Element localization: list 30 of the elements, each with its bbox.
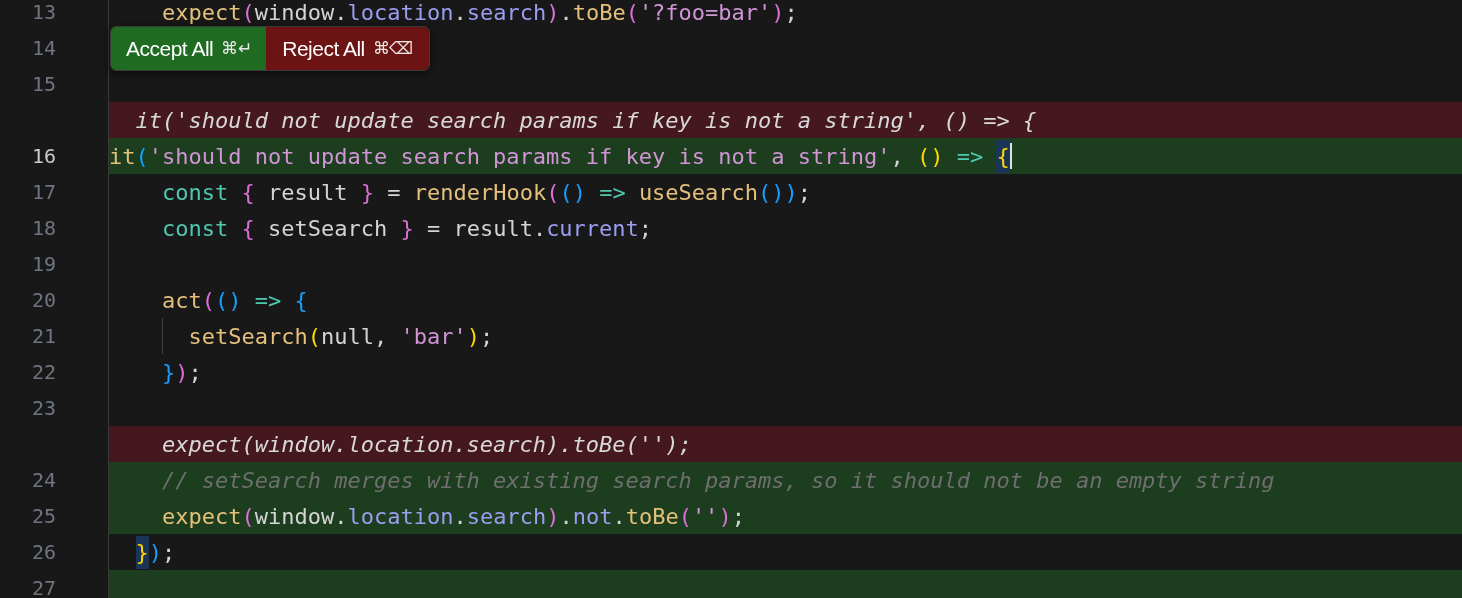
line-number: 25 [31,503,56,530]
code-comment: // setSearch merges with existing search params, so it should not be an empty string [162,466,1275,495]
code-line: it('should not update search params if key is not a string', () => { [135,106,1037,135]
code-line: const { result } = renderHook(() => useSearch()); [162,178,812,207]
line-number: 13 [31,0,56,26]
line-number: 18 [31,215,56,242]
code-line: expect(window.location.search).toBe(''); [162,430,692,459]
code-line: }); [162,358,202,387]
line-number: 26 [31,539,56,566]
accept-all-button[interactable]: Accept All ⌘↵ [111,27,267,70]
code-line: setSearch(null, 'bar'); [188,322,494,351]
reject-all-button[interactable]: Reject All ⌘⌫ [266,27,429,70]
line-number: 15 [31,71,56,98]
line-number: 27 [31,575,56,598]
line-number: 16 [31,143,56,170]
code-line: const { setSearch } = result.current; [162,214,653,243]
code-line: expect(window.location.search).not.toBe(''); [162,502,745,531]
line-number: 17 [31,179,56,206]
line-number: 14 [31,35,56,62]
line-number: 19 [31,251,56,278]
code-line: it('should not update search params if key is not a string', () => { [109,139,1010,173]
line-number: 21 [31,323,56,350]
line-number: 22 [31,359,56,386]
indent-guide [162,318,163,354]
code-line: }); [135,535,176,569]
line-number: 24 [31,467,56,494]
code-line: act(() => { [162,286,308,315]
line-number: 20 [31,287,56,314]
line-number: 23 [31,395,56,422]
code-line: expect(window.location.search).toBe('?foo=bar'); [162,0,798,27]
